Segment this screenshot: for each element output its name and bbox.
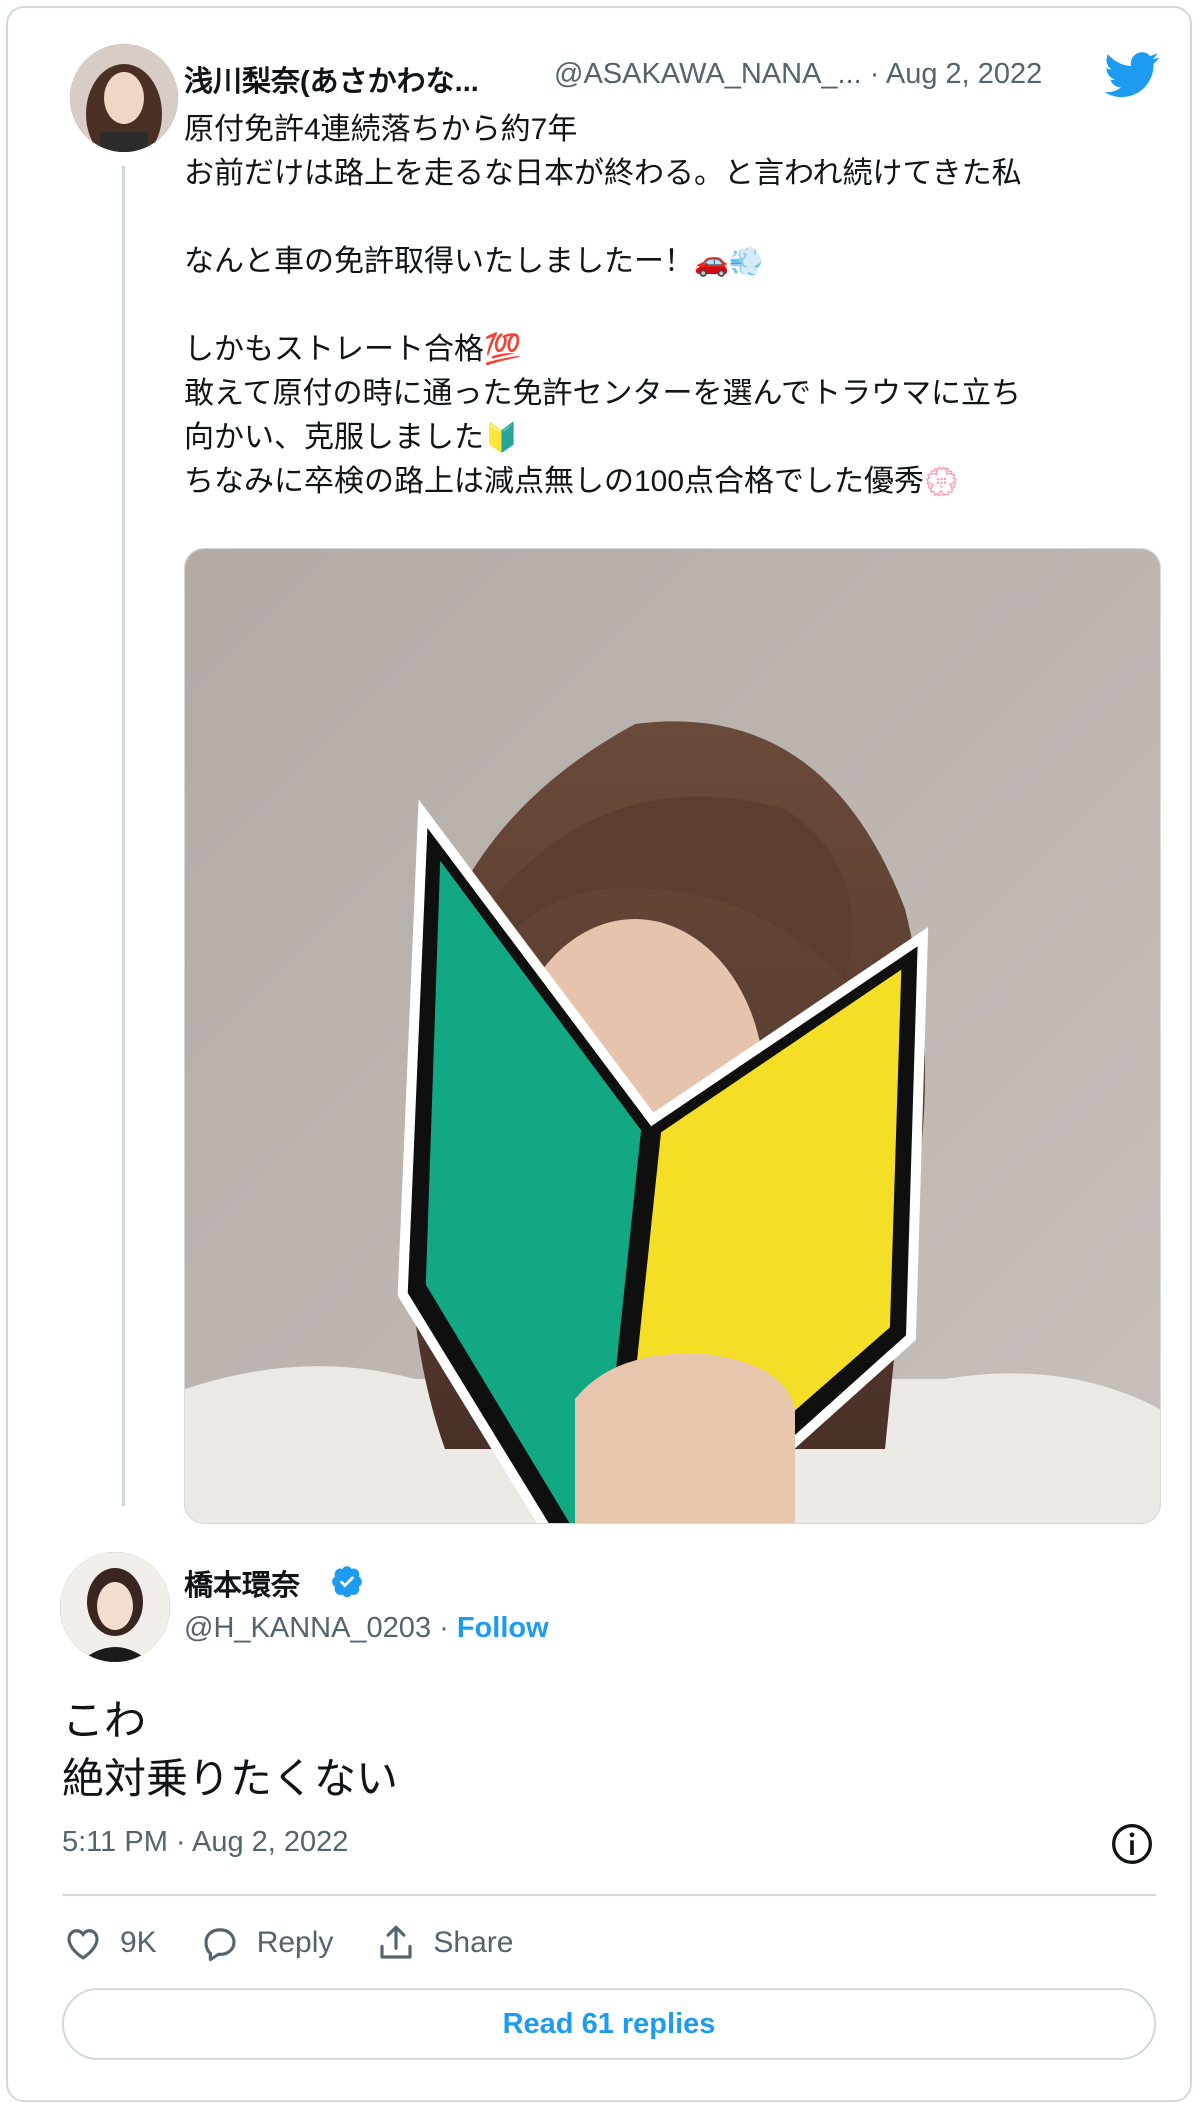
reply-author-name[interactable]: 橋本環奈 xyxy=(184,1562,300,1604)
author-avatar[interactable] xyxy=(70,44,178,152)
embedded-tweet-card: 浅川梨奈(あさかわな... @ASAKAWA_NANA_... · Aug 2,… xyxy=(6,6,1192,2102)
reply-label: Reply xyxy=(256,1926,334,1959)
read-replies-button[interactable]: Read 61 replies xyxy=(62,1988,1156,2060)
thread-connector-line xyxy=(122,166,125,1506)
dash-emoji-icon: 💨 xyxy=(728,246,764,277)
share-button[interactable]: Share xyxy=(375,1922,513,1964)
hundred-points-emoji-icon: 💯 xyxy=(484,333,522,366)
tweet-line-text: なんと車の免許取得いたしましたー！ xyxy=(184,245,694,278)
tweet-photo[interactable] xyxy=(184,548,1161,1524)
twitter-bird-icon[interactable] xyxy=(1104,52,1160,98)
author-handle-date[interactable]: @ASAKAWA_NANA_... · Aug 2, 2022 xyxy=(554,58,1042,91)
reply-timestamp[interactable]: 5:11 PM · Aug 2, 2022 xyxy=(62,1826,348,1859)
tweet-body: 原付免許4連続落ちから約7年 お前だけは路上を走るな日本が終わる。と言われ続けて… xyxy=(184,108,1164,504)
action-bar: 9K Reply Share xyxy=(62,1918,555,1968)
tweet-line: 敢えて原付の時に通った免許センターを選んでトラウマに立ち xyxy=(184,377,1021,410)
reply-button[interactable]: Reply xyxy=(199,1922,334,1964)
tweet-line: ちなみに卒検の路上は減点無しの100点合格でした優秀💮 xyxy=(184,460,1164,504)
white-flower-emoji-icon: 💮 xyxy=(924,466,959,497)
author-name[interactable]: 浅川梨奈(あさかわな... xyxy=(184,58,479,100)
reply-body: こわ 絶対乗りたくない xyxy=(62,1692,398,1808)
reply-line: こわ xyxy=(62,1697,147,1744)
like-count: 9K xyxy=(120,1926,157,1959)
info-icon[interactable] xyxy=(1110,1822,1154,1866)
heart-icon xyxy=(67,1929,99,1960)
tweet-line-text: 向かい、克服しました xyxy=(184,421,484,454)
tweet-line: 原付免許4連続落ちから約7年 xyxy=(184,113,578,146)
follow-button[interactable]: Follow xyxy=(457,1612,549,1644)
share-label: Share xyxy=(433,1926,514,1959)
tweet-line: お前だけは路上を走るな日本が終わる。と言われ続けてきた私 xyxy=(184,157,1022,190)
tweet-line-text: しかもストレート合格 xyxy=(184,333,484,366)
car-emoji-icon: 🚗 xyxy=(694,246,729,277)
share-upload-icon xyxy=(380,1925,412,1959)
reply-author-avatar[interactable] xyxy=(60,1552,170,1662)
reply-line: 絶対乗りたくない xyxy=(62,1755,399,1802)
tweet-line: しかもストレート合格💯 xyxy=(184,328,1164,372)
speech-bubble-icon xyxy=(204,1928,236,1962)
tweet-line: なんと車の免許取得いたしましたー！🚗💨 xyxy=(184,240,1164,284)
reply-author-handle: @H_KANNA_0203 · Follow xyxy=(184,1612,549,1645)
beginner-mark-emoji-icon: 🔰 xyxy=(484,422,519,453)
tweet-line: 向かい、克服しました🔰 xyxy=(184,416,1164,460)
reply-handle-text[interactable]: @H_KANNA_0203 · xyxy=(184,1612,457,1644)
tweet-line-text: ちなみに卒検の路上は減点無しの100点合格でした優秀 xyxy=(184,465,925,498)
photo-illustration xyxy=(185,549,1160,1523)
divider xyxy=(62,1894,1156,1896)
verified-badge-icon xyxy=(332,1566,362,1598)
like-button[interactable]: 9K xyxy=(62,1922,157,1964)
